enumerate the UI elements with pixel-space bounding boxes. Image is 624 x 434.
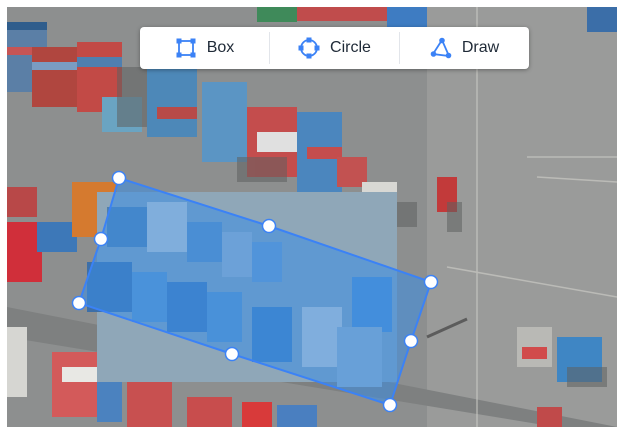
selection-overlay[interactable] <box>7 7 617 427</box>
circle-select-icon <box>298 37 320 59</box>
vertex-handle[interactable] <box>93 231 109 247</box>
selection-polygon[interactable] <box>77 176 433 407</box>
circle-tool-button[interactable]: Circle <box>269 32 399 64</box>
vertex-handle[interactable] <box>71 295 87 311</box>
vertex-handle[interactable] <box>423 274 439 290</box>
polygon-draw-icon <box>430 37 452 59</box>
vertex-handle[interactable] <box>261 218 277 234</box>
vertex-handle[interactable] <box>403 333 419 349</box>
vertex-handle[interactable] <box>382 397 398 413</box>
draw-tool-button[interactable]: Draw <box>399 32 529 64</box>
vertex-handle[interactable] <box>224 346 240 362</box>
circle-tool-label: Circle <box>330 39 371 56</box>
app-frame: Box Circle Draw <box>0 0 624 434</box>
box-select-icon <box>175 37 197 59</box>
satellite-map[interactable] <box>7 7 617 427</box>
vertex-handle[interactable] <box>111 170 127 186</box>
selection-toolbar: Box Circle Draw <box>140 27 529 69</box>
box-tool-label: Box <box>206 39 235 56</box>
draw-tool-label: Draw <box>461 39 500 56</box>
box-tool-button[interactable]: Box <box>140 27 269 69</box>
